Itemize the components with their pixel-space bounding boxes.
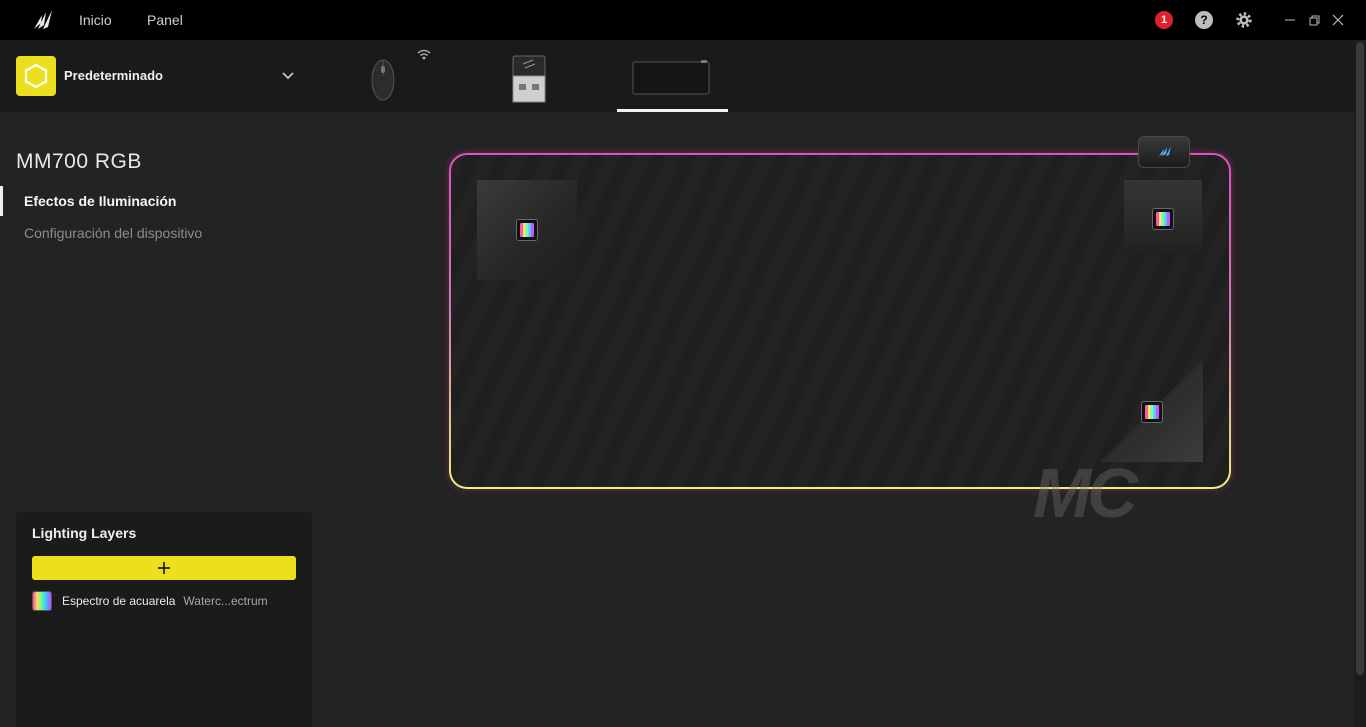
- spectrum-icon: [520, 223, 534, 237]
- help-icon[interactable]: ?: [1195, 11, 1213, 29]
- scrollbar-thumb[interactable]: [1356, 42, 1364, 675]
- mouse-icon: [371, 59, 395, 101]
- device-title: MM700 RGB: [16, 150, 142, 173]
- spectrum-icon: [32, 591, 52, 611]
- corsair-logo-icon: [34, 10, 52, 29]
- corsair-sail-icon: [1159, 146, 1171, 156]
- mousepad-preview: [449, 153, 1231, 489]
- nav-inicio[interactable]: Inicio: [79, 12, 112, 28]
- mousepad-surface: [451, 155, 1229, 487]
- layer-effect: Waterc...ectrum: [183, 594, 268, 608]
- device-mousepad[interactable]: [617, 46, 728, 112]
- minimize-icon[interactable]: [1282, 12, 1298, 28]
- lighting-layers-title: Lighting Layers: [32, 525, 137, 541]
- usb-dongle-icon: [512, 55, 546, 103]
- mousepad-icon: [632, 60, 710, 95]
- notification-badge[interactable]: 1: [1155, 11, 1173, 29]
- wireless-icon: [417, 49, 431, 60]
- selected-device-indicator: [617, 109, 728, 112]
- plus-icon: [158, 562, 170, 574]
- device-bar: Predeterminado: [0, 40, 1354, 112]
- layer-name: Espectro de acuarela: [62, 594, 176, 608]
- nav-panel[interactable]: Panel: [147, 12, 183, 28]
- chevron-down-icon[interactable]: [281, 70, 295, 82]
- mousepad-hub: [1138, 136, 1190, 168]
- spectrum-icon: [1156, 212, 1170, 226]
- hexagon-icon: [24, 63, 48, 89]
- restore-icon[interactable]: [1306, 12, 1322, 28]
- led-zone-3-button[interactable]: [1141, 401, 1163, 423]
- active-menu-indicator: [0, 186, 3, 216]
- led-zone-2-button[interactable]: [1152, 208, 1174, 230]
- profile-icon[interactable]: [16, 56, 56, 96]
- led-zone-1-button[interactable]: [516, 219, 538, 241]
- menu-device-settings[interactable]: Configuración del dispositivo: [24, 225, 202, 241]
- menu-lighting-effects[interactable]: Efectos de Iluminación: [24, 193, 176, 209]
- add-layer-button[interactable]: [32, 556, 296, 580]
- spectrum-icon: [1145, 405, 1159, 419]
- device-mouse[interactable]: [356, 46, 431, 106]
- title-bar: Inicio Panel 1 ?: [0, 0, 1366, 40]
- lighting-layers-panel: Lighting Layers Espectro de acuarela Wat…: [16, 512, 312, 727]
- device-usb-dongle[interactable]: [497, 46, 557, 106]
- close-icon[interactable]: [1330, 12, 1346, 28]
- watermark: MC: [1033, 454, 1138, 532]
- gear-icon[interactable]: [1235, 11, 1253, 29]
- layer-item[interactable]: Espectro de acuarela Waterc...ectrum: [32, 590, 296, 612]
- profile-name[interactable]: Predeterminado: [64, 68, 163, 83]
